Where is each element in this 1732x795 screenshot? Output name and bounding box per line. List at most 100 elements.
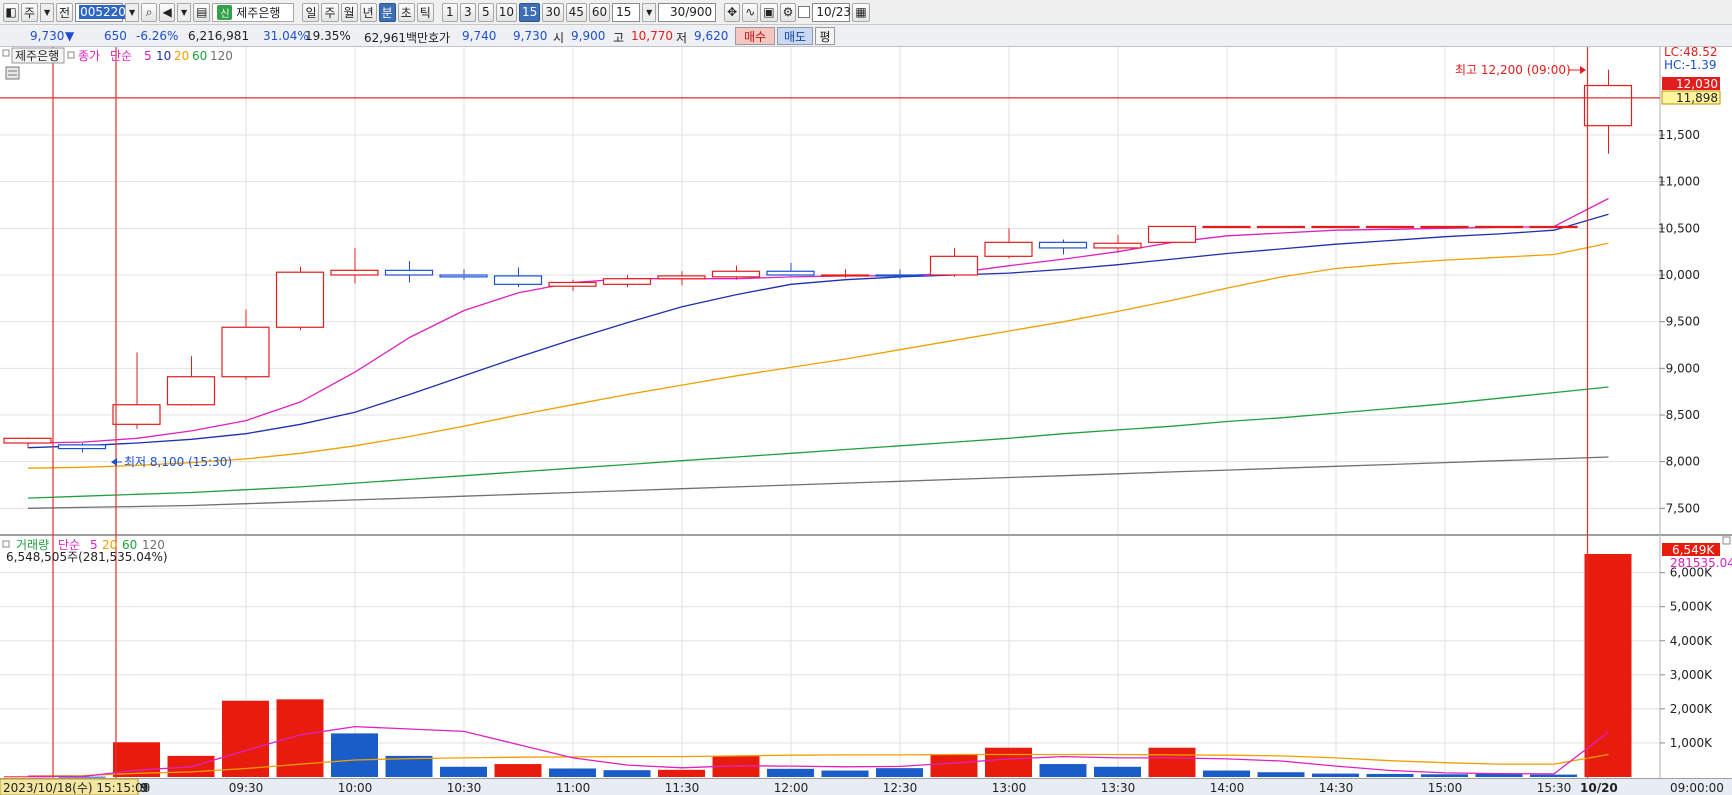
- last-price-label: 12,030: [1676, 77, 1718, 91]
- minute-10-button[interactable]: 10: [495, 2, 518, 22]
- candle-body[interactable]: [1093, 242, 1142, 249]
- candle-body[interactable]: [275, 271, 325, 328]
- minute-1-button[interactable]: 1: [441, 2, 458, 22]
- count-input[interactable]: 30/900: [658, 2, 717, 22]
- candle-body[interactable]: [493, 275, 543, 285]
- candle-body[interactable]: [1583, 84, 1633, 127]
- period-minute-button[interactable]: 분: [378, 2, 396, 22]
- ask-price: 9,740: [462, 29, 497, 43]
- price-tick-label: 7,500: [1666, 501, 1700, 515]
- last-volume-label: 6,549K: [1672, 543, 1715, 557]
- candle-body[interactable]: [3, 437, 52, 444]
- date-checkbox[interactable]: [798, 6, 811, 18]
- candle-body[interactable]: [1311, 225, 1360, 229]
- candle-body[interactable]: [384, 269, 434, 276]
- candle-body[interactable]: [1038, 241, 1088, 249]
- candle-body[interactable]: [929, 255, 979, 276]
- x-date-label: 10/20: [1580, 781, 1618, 795]
- legend-close: 종가: [78, 49, 100, 63]
- price-legend[interactable]: 종가 단순 5 10 20 60 120: [78, 49, 233, 63]
- candle-body[interactable]: [548, 281, 597, 287]
- time-tick-label: 13:30: [1101, 781, 1136, 795]
- interval-dropdown-icon[interactable]: ▼: [642, 2, 657, 22]
- volume-bar: [930, 754, 978, 777]
- chart-type-icon[interactable]: ▤: [193, 2, 211, 22]
- candle-body[interactable]: [1474, 225, 1524, 229]
- cursor-date-label: 2023/10/18(수) 15:15:00: [3, 781, 150, 795]
- volume-bar: [658, 769, 705, 777]
- candle-body[interactable]: [1256, 225, 1306, 229]
- chart-layout-icon[interactable]: ◧: [3, 2, 19, 22]
- volume-bar: [767, 768, 814, 777]
- candle-body[interactable]: [875, 274, 924, 277]
- legend-handle-icon[interactable]: [67, 51, 75, 59]
- candle-body[interactable]: [1202, 225, 1251, 229]
- volume-bar: [1530, 774, 1577, 777]
- period-month-button[interactable]: 월: [340, 2, 358, 22]
- volume-bar: [1203, 770, 1250, 777]
- stock-code-text: 005220: [79, 5, 127, 19]
- minute-3-button[interactable]: 3: [459, 2, 476, 22]
- candle-body[interactable]: [1365, 225, 1415, 229]
- candle-body[interactable]: [439, 274, 488, 278]
- range-select[interactable]: 전: [56, 2, 74, 22]
- stock-code-input[interactable]: 005220: [75, 2, 127, 22]
- minute-30-button[interactable]: 30: [542, 2, 564, 22]
- volume-bar: [1584, 553, 1632, 777]
- candle-body[interactable]: [820, 274, 870, 277]
- price-tick-label: 9,000: [1666, 361, 1700, 375]
- candle-body[interactable]: [984, 241, 1033, 257]
- price-tick-label: 9,500: [1666, 315, 1700, 329]
- period-year-button[interactable]: 년: [359, 2, 377, 22]
- candle-body[interactable]: [711, 270, 761, 278]
- calculator-icon[interactable]: [5, 66, 20, 80]
- minute-5-button[interactable]: 5: [477, 2, 494, 22]
- volume-tick-label: 3,000K: [1670, 668, 1713, 682]
- line-tool-icon[interactable]: ∿: [742, 2, 759, 22]
- volume-bar: [1312, 773, 1359, 777]
- minute-45-button[interactable]: 45: [565, 2, 587, 22]
- buy-button[interactable]: 매수: [735, 27, 775, 45]
- toolbar: ◧ 주 ▼ 전 005220 ▼ ⌕ ◀ ▼ ▤ 신 제주은행 일 주 월 년 …: [0, 0, 1732, 25]
- save-icon[interactable]: ▣: [760, 2, 778, 22]
- eval-button[interactable]: 평: [815, 27, 835, 45]
- gear-icon[interactable]: ⚙: [779, 2, 797, 22]
- chevron-down-icon[interactable]: ▼: [40, 2, 55, 22]
- sell-button[interactable]: 매도: [777, 27, 813, 45]
- period-tick-button[interactable]: 틱: [416, 2, 434, 22]
- candle-body[interactable]: [112, 404, 161, 425]
- calendar-icon[interactable]: ▦: [852, 2, 870, 22]
- candle-body[interactable]: [602, 278, 652, 285]
- period-day-button[interactable]: 일: [302, 2, 320, 22]
- volume-tick-label: 1,000K: [1670, 736, 1713, 750]
- candle-body[interactable]: [766, 270, 815, 276]
- pane-handle-icon[interactable]: [2, 49, 10, 57]
- stock-chart[interactable]: 11,500 11,000 10,500 10,000 9,500 9,000 8,500 8…: [0, 47, 1732, 795]
- period-week-button[interactable]: 주: [321, 2, 339, 22]
- interval-input[interactable]: 15: [612, 2, 641, 22]
- vol-pane-close-icon[interactable]: [1722, 536, 1731, 545]
- time-tick-label: 10:00: [338, 781, 373, 795]
- speaker-dropdown-icon[interactable]: ▼: [177, 2, 192, 22]
- candle-body[interactable]: [221, 326, 270, 378]
- crosshair-icon[interactable]: ✥: [724, 2, 741, 22]
- date-input[interactable]: 10/23: [812, 2, 851, 22]
- search-icon[interactable]: ⌕: [141, 2, 158, 22]
- candle-body[interactable]: [657, 275, 706, 280]
- speaker-icon[interactable]: ◀: [159, 2, 176, 22]
- market-select[interactable]: 주: [21, 2, 39, 22]
- candle-body[interactable]: [1420, 225, 1469, 229]
- candle-body[interactable]: [1529, 225, 1578, 229]
- minute-60-button[interactable]: 60: [588, 2, 611, 22]
- candle-body[interactable]: [166, 376, 216, 406]
- candle-body[interactable]: [330, 269, 379, 276]
- vol-pane-handle-icon[interactable]: [2, 540, 10, 548]
- minute-15-button[interactable]: 15: [519, 2, 541, 22]
- price-tick-label: 11,500: [1658, 128, 1700, 142]
- candle-body[interactable]: [57, 444, 107, 450]
- stock-code-dropdown-icon[interactable]: ▼: [125, 2, 140, 22]
- time-tick-label: 11:30: [665, 781, 700, 795]
- stock-name-field[interactable]: 신 제주은행: [212, 2, 295, 22]
- candle-body[interactable]: [1147, 225, 1197, 243]
- period-second-button[interactable]: 초: [397, 2, 415, 22]
